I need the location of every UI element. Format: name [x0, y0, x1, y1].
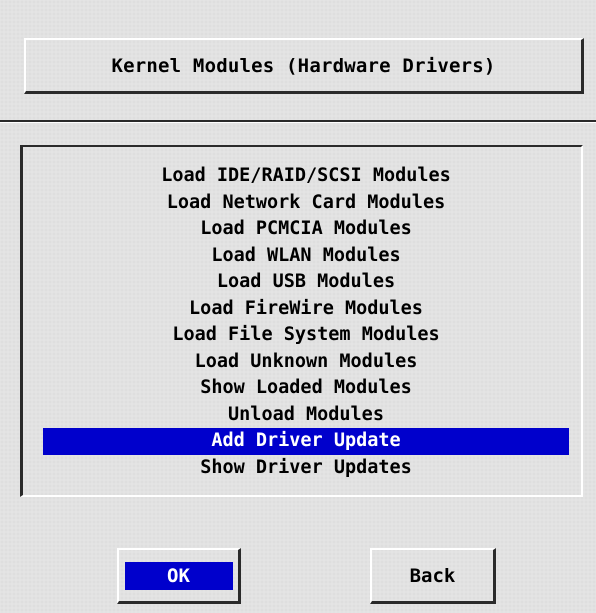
menu-item-load-pcmcia-modules[interactable]: Load PCMCIA Modules	[43, 216, 569, 243]
menu-item-load-ide-raid-scsi-modules[interactable]: Load IDE/RAID/SCSI Modules	[43, 163, 569, 190]
menu-item-show-driver-updates[interactable]: Show Driver Updates	[43, 455, 569, 482]
module-menu-items: Load IDE/RAID/SCSI Modules Load Network …	[23, 163, 581, 481]
back-button-label: Back	[409, 564, 456, 587]
menu-item-load-file-system-modules[interactable]: Load File System Modules	[43, 322, 569, 349]
separator	[0, 120, 596, 123]
menu-item-load-network-card-modules[interactable]: Load Network Card Modules	[43, 190, 569, 217]
dialog-title: Kernel Modules (Hardware Drivers)	[111, 54, 496, 77]
menu-item-unload-modules[interactable]: Unload Modules	[43, 402, 569, 429]
ok-button-label: OK	[124, 561, 233, 590]
menu-item-show-loaded-modules[interactable]: Show Loaded Modules	[43, 375, 569, 402]
module-menu-list[interactable]: Load IDE/RAID/SCSI Modules Load Network …	[20, 145, 583, 497]
menu-item-load-wlan-modules[interactable]: Load WLAN Modules	[43, 243, 569, 270]
back-button[interactable]: Back	[370, 548, 496, 604]
dialog-title-box: Kernel Modules (Hardware Drivers)	[24, 38, 584, 94]
menu-item-load-unknown-modules[interactable]: Load Unknown Modules	[43, 349, 569, 376]
menu-item-load-firewire-modules[interactable]: Load FireWire Modules	[43, 296, 569, 323]
ok-button[interactable]: OK	[117, 548, 241, 604]
menu-item-load-usb-modules[interactable]: Load USB Modules	[43, 269, 569, 296]
menu-item-add-driver-update[interactable]: Add Driver Update	[43, 428, 569, 455]
